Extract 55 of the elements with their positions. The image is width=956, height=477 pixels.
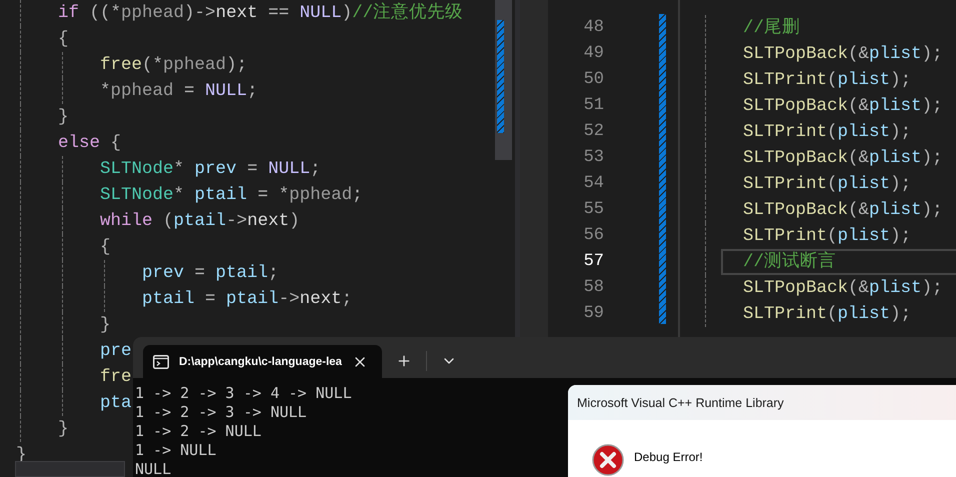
scrollbar[interactable] xyxy=(15,461,125,477)
code-line: fre xyxy=(16,364,132,390)
line-number: 56 xyxy=(584,225,604,247)
line-number: 53 xyxy=(584,147,604,169)
code-line: free(*pphead); xyxy=(16,52,248,78)
code-line: pre xyxy=(16,338,132,364)
code-line: SLTPopBack(&plist); xyxy=(701,197,943,223)
code-line: { xyxy=(16,26,69,52)
code-line: *pphead = NULL; xyxy=(16,78,258,104)
terminal-output-line: 1 -> 2 -> 3 -> 4 -> NULL xyxy=(135,384,352,403)
code-line: SLTPrint(plist); xyxy=(701,301,912,327)
code-line: SLTPrint(plist); xyxy=(701,171,912,197)
code-line: pta xyxy=(16,390,132,416)
code-line: prev = ptail; xyxy=(16,260,279,286)
plus-icon[interactable] xyxy=(396,353,412,369)
code-line: SLTPopBack(&plist); xyxy=(701,93,943,119)
code-line: } xyxy=(16,312,111,338)
code-line: SLTPopBack(&plist); xyxy=(701,145,943,171)
line-number: 58 xyxy=(584,277,604,299)
code-line: if ((*pphead)->next == NULL)//注意优先级 xyxy=(16,0,464,26)
code-line: } xyxy=(16,104,69,130)
scrollbar[interactable] xyxy=(495,0,512,160)
code-line: //测试断言 xyxy=(701,249,836,275)
code-line: } xyxy=(16,416,69,442)
code-line: //尾删 xyxy=(701,15,800,41)
line-number: 57 xyxy=(584,251,604,273)
code-line: else { xyxy=(16,130,122,156)
terminal-tab[interactable]: D:\app\cangku\c-language-lea xyxy=(143,345,382,378)
line-number: 59 xyxy=(584,303,604,325)
line-number: 55 xyxy=(584,199,604,221)
code-line: SLTPopBack(&plist); xyxy=(701,41,943,67)
line-number: 52 xyxy=(584,121,604,143)
error-message: Debug Error! xyxy=(634,450,703,464)
code-line: SLTPrint(plist); xyxy=(701,119,912,145)
dialog-title: Microsoft Visual C++ Runtime Library xyxy=(577,396,784,410)
code-line: ptail = ptail->next; xyxy=(16,286,352,312)
code-line: SLTPopBack(&plist); xyxy=(701,275,943,301)
line-number: 50 xyxy=(584,69,604,91)
terminal-output-line: 1 -> 2 -> NULL xyxy=(135,422,262,441)
code-line: SLTPrint(plist); xyxy=(701,67,912,93)
line-number: 51 xyxy=(584,95,604,117)
terminal-icon xyxy=(153,354,169,368)
terminal-output-line: NULL xyxy=(135,460,172,477)
code-line: SLTNode* prev = NULL; xyxy=(16,156,321,182)
code-line: SLTNode* ptail = *pphead; xyxy=(16,182,363,208)
terminal-output-line: 1 -> 2 -> 3 -> NULL xyxy=(135,403,307,422)
terminal-output-line: 1 -> NULL xyxy=(135,441,216,460)
error-icon xyxy=(592,444,624,476)
code-line: { xyxy=(16,234,111,260)
code-line: SLTPrint(plist); xyxy=(701,223,912,249)
code-line: while (ptail->next) xyxy=(16,208,300,234)
line-number: 48 xyxy=(584,17,604,39)
line-number: 54 xyxy=(584,173,604,195)
tab-title: D:\app\cangku\c-language-lea xyxy=(179,356,342,368)
line-number: 49 xyxy=(584,43,604,65)
